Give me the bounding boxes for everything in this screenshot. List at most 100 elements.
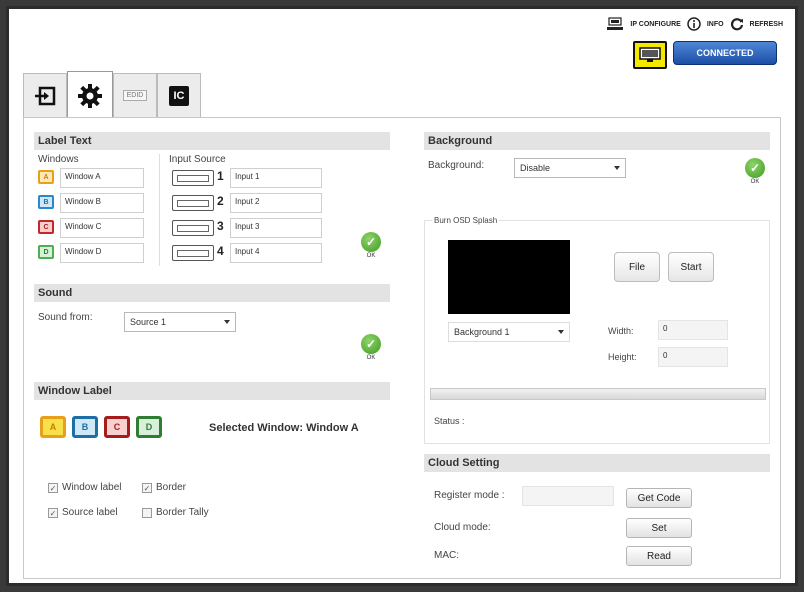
window-label-a-button[interactable]: A <box>40 416 66 438</box>
tab-edid[interactable]: EDID <box>113 73 157 117</box>
checkbox-label: Source label <box>62 507 118 518</box>
input-3-name-field[interactable]: Input 3 <box>230 218 322 238</box>
background-value: Disable <box>520 163 551 173</box>
checkbox-label: Border Tally <box>156 507 209 518</box>
section-label-text: Label Text <box>34 132 390 150</box>
window-a-name-field[interactable]: Window A <box>60 168 144 188</box>
input-1-number: 1 <box>217 169 224 183</box>
window-label-d-button[interactable]: D <box>136 416 162 438</box>
file-button[interactable]: File <box>614 252 660 282</box>
register-mode-field[interactable] <box>522 486 614 506</box>
checkbox-label: Window label <box>62 482 122 493</box>
refresh-icon[interactable] <box>730 17 744 31</box>
chevron-down-icon <box>224 320 230 324</box>
info-icon[interactable] <box>687 17 701 31</box>
height-label: Height: <box>608 352 637 362</box>
hdmi-port-icon <box>172 195 214 211</box>
windows-header: Windows <box>38 154 79 165</box>
get-code-button[interactable]: Get Code <box>626 488 692 508</box>
top-toolbar: IP CONFIGURE INFO REFRESH <box>606 17 783 31</box>
sound-ok-button[interactable]: ✓ OK <box>360 334 382 361</box>
background-ok-button[interactable]: ✓ OK <box>744 158 766 185</box>
background-select[interactable]: Disable <box>514 158 626 178</box>
window-a-icon: A <box>38 170 54 184</box>
tab-input[interactable] <box>23 73 67 117</box>
hdmi-port-icon <box>172 245 214 261</box>
status-label: Status : <box>434 416 465 426</box>
background-label: Background: <box>428 160 485 171</box>
chevron-down-icon <box>558 330 564 334</box>
hdmi-port-icon <box>172 220 214 236</box>
splash-background-select[interactable]: Background 1 <box>448 322 570 342</box>
ok-label: OK <box>366 355 376 361</box>
edid-icon: EDID <box>122 90 148 101</box>
connection-status-button[interactable]: CONNECTED <box>673 41 777 65</box>
register-mode-label: Register mode : <box>434 490 505 501</box>
input-4-name-field[interactable]: Input 4 <box>230 243 322 263</box>
section-cloud-setting: Cloud Setting <box>424 454 770 472</box>
checkbox-checked[interactable]: ✓ <box>142 482 152 493</box>
window-b-name-field[interactable]: Window B <box>60 193 144 213</box>
network-icon[interactable] <box>606 17 624 31</box>
input-1-name-field[interactable]: Input 1 <box>230 168 322 188</box>
width-label: Width: <box>608 326 634 336</box>
window-label-checkbox[interactable]: ✓ Window label <box>48 482 121 493</box>
ic-icon: IC <box>169 85 189 106</box>
ok-label: OK <box>750 179 760 185</box>
column-divider <box>159 154 160 266</box>
progress-bar <box>430 388 766 400</box>
sound-from-label: Sound from: <box>38 312 93 323</box>
input-icon <box>35 86 56 105</box>
monitor-connect-button[interactable] <box>633 41 667 69</box>
selected-window-text: Selected Window: Window A <box>209 422 359 434</box>
checkbox-unchecked[interactable] <box>142 507 152 518</box>
monitor-icon <box>639 47 661 62</box>
refresh-link[interactable]: REFRESH <box>750 21 783 28</box>
sound-from-value: Source 1 <box>130 317 167 327</box>
checkbox-label: Border <box>156 482 187 493</box>
checkbox-checked[interactable]: ✓ <box>48 507 58 518</box>
window-c-icon: C <box>38 220 54 234</box>
sound-from-select[interactable]: Source 1 <box>124 312 236 332</box>
tab-ic[interactable]: IC <box>157 73 201 117</box>
ok-label: OK <box>366 253 376 259</box>
cloud-mode-label: Cloud mode: <box>434 522 491 533</box>
border-checkbox[interactable]: ✓ Border <box>142 482 186 493</box>
read-button[interactable]: Read <box>626 546 692 566</box>
height-field[interactable]: 0 <box>658 347 728 367</box>
window-c-name-field[interactable]: Window C <box>60 218 144 238</box>
info-link[interactable]: INFO <box>707 21 724 28</box>
checkbox-checked[interactable]: ✓ <box>48 482 58 493</box>
gear-icon <box>78 83 102 108</box>
window-label-b-button[interactable]: B <box>72 416 98 438</box>
label-text-ok-button[interactable]: ✓ OK <box>360 232 382 259</box>
splash-preview <box>448 240 570 314</box>
start-button[interactable]: Start <box>668 252 714 282</box>
input-2-number: 2 <box>217 194 224 208</box>
section-window-label: Window Label <box>34 382 390 400</box>
input-4-number: 4 <box>217 244 224 258</box>
border-tally-checkbox[interactable]: Border Tally <box>142 507 209 518</box>
settings-panel: Label Text Windows Input Source A Window… <box>23 117 781 579</box>
window-d-icon: D <box>38 245 54 259</box>
chevron-down-icon <box>614 166 620 170</box>
app-window: IP CONFIGURE INFO REFRESH CONNECTED EDID… <box>6 6 798 586</box>
window-d-name-field[interactable]: Window D <box>60 243 144 263</box>
input-source-header: Input Source <box>169 154 226 165</box>
input-2-name-field[interactable]: Input 2 <box>230 193 322 213</box>
burn-osd-label: Burn OSD Splash <box>432 216 500 225</box>
check-icon: ✓ <box>745 158 765 178</box>
set-button[interactable]: Set <box>626 518 692 538</box>
check-icon: ✓ <box>361 334 381 354</box>
width-field[interactable]: 0 <box>658 320 728 340</box>
source-label-checkbox[interactable]: ✓ Source label <box>48 507 118 518</box>
tab-settings[interactable] <box>67 71 113 119</box>
splash-background-value: Background 1 <box>454 327 510 337</box>
mac-label: MAC: <box>434 550 459 561</box>
hdmi-port-icon <box>172 170 214 186</box>
window-label-c-button[interactable]: C <box>104 416 130 438</box>
section-sound: Sound <box>34 284 390 302</box>
input-3-number: 3 <box>217 219 224 233</box>
check-icon: ✓ <box>361 232 381 252</box>
ip-configure-link[interactable]: IP CONFIGURE <box>630 21 680 28</box>
